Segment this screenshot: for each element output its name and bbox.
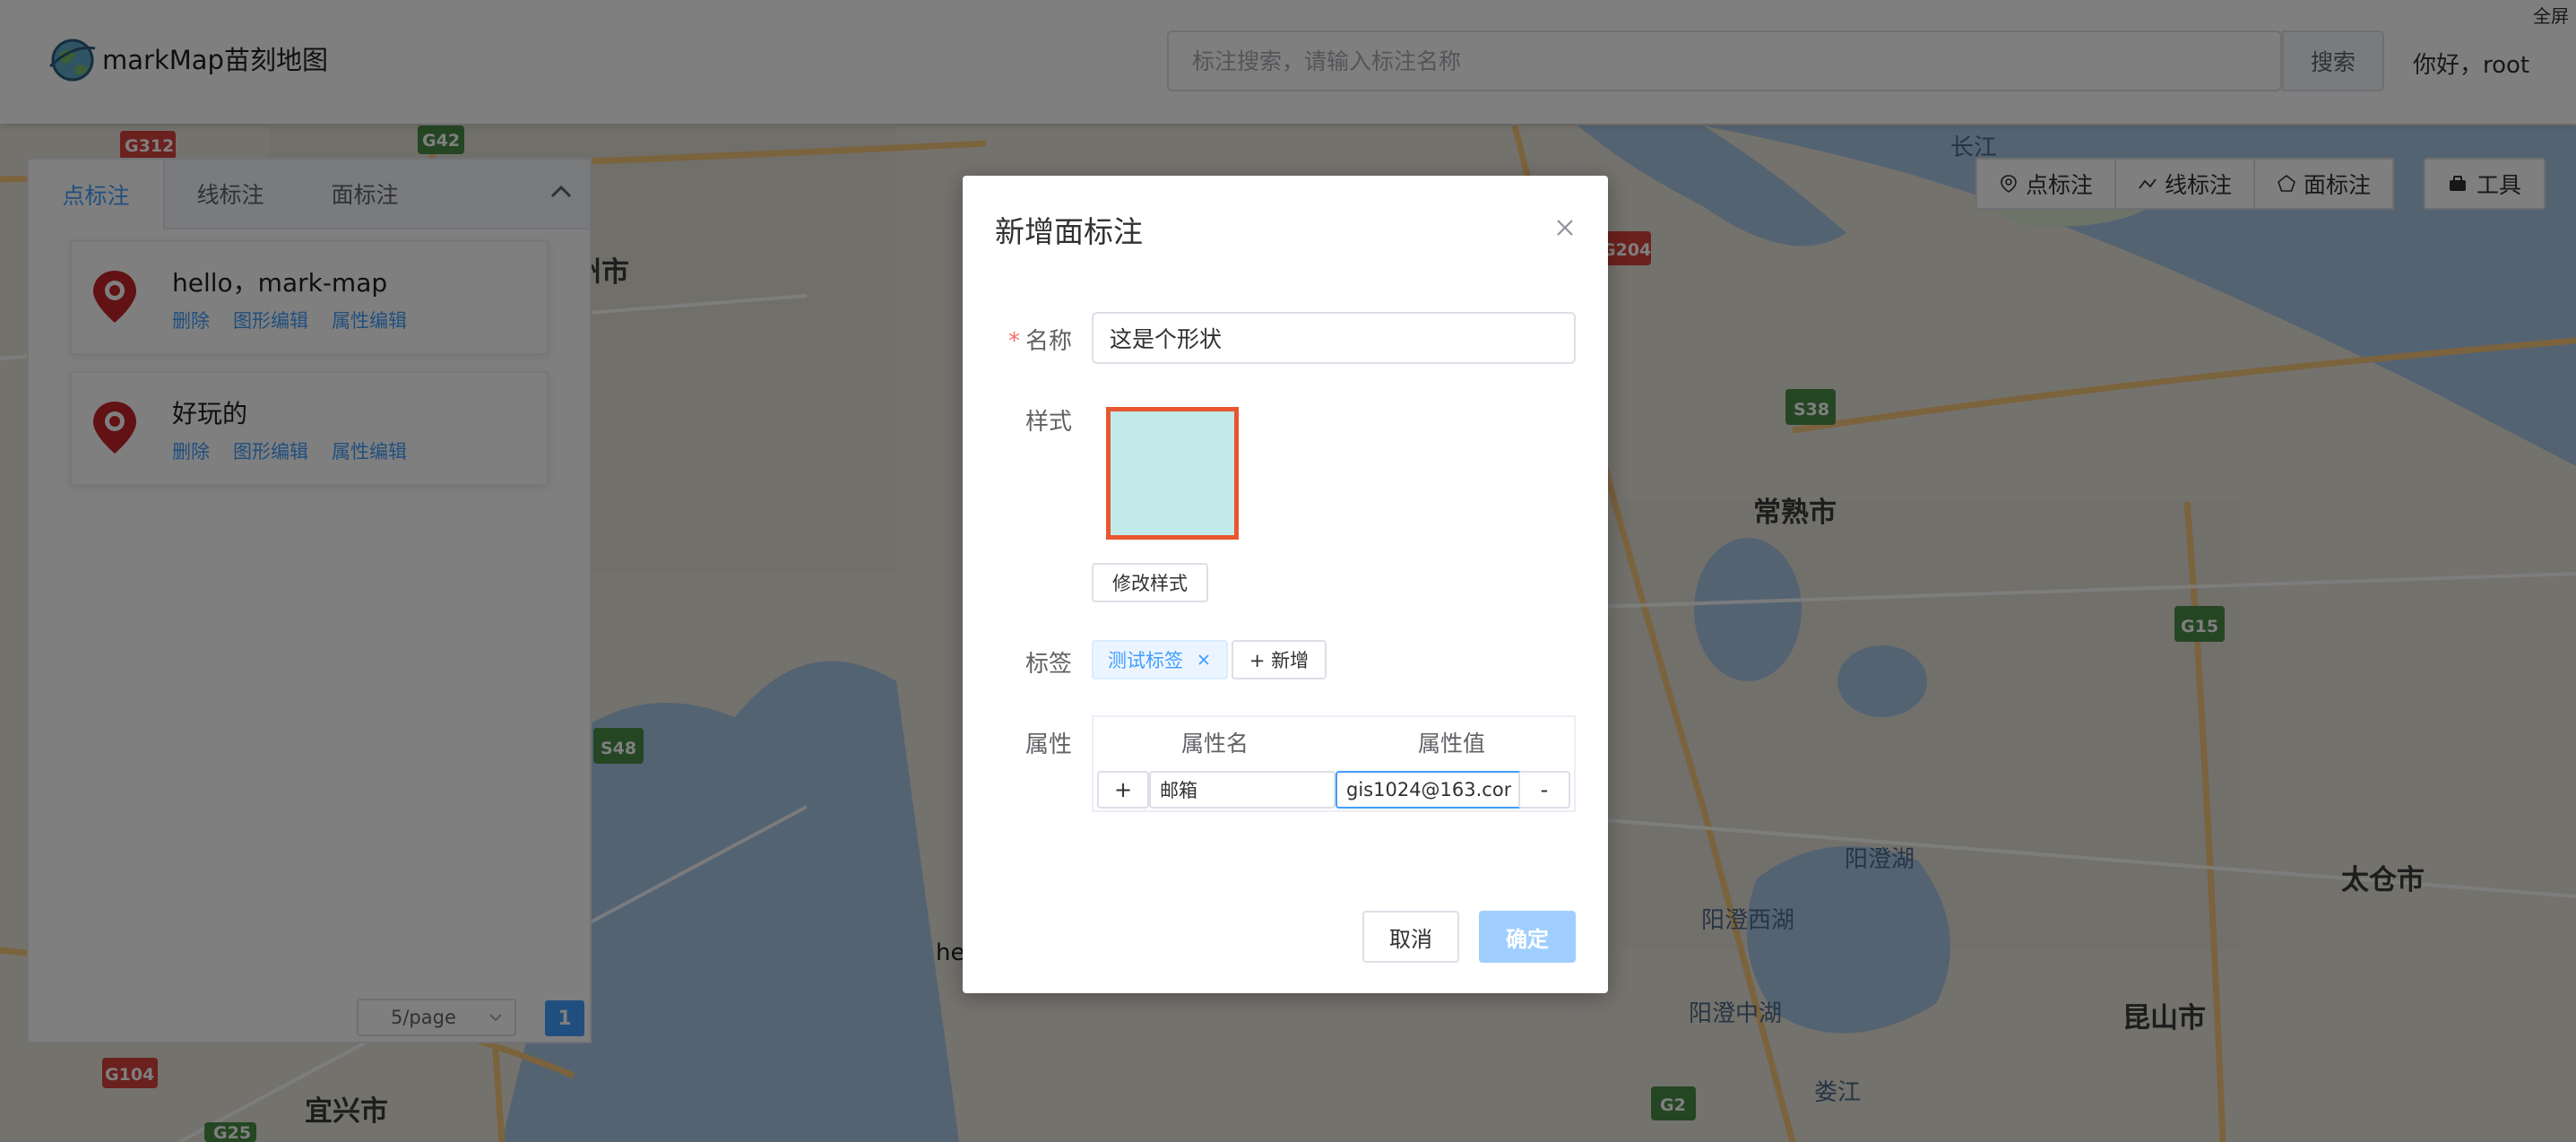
attr-key-header: 属性名	[1181, 731, 1249, 757]
close-icon[interactable]	[1552, 215, 1578, 240]
attr-key-input[interactable]	[1149, 771, 1336, 809]
name-input[interactable]	[1092, 312, 1576, 364]
remove-attr-row-button[interactable]: -	[1518, 771, 1570, 809]
dialog-title: 新增面标注	[995, 214, 1143, 249]
style-label: 样式	[1024, 409, 1072, 436]
tag-chip-label: 测试标签	[1108, 650, 1183, 671]
required-asterisk: *	[1007, 328, 1020, 355]
close-icon[interactable]	[1196, 652, 1212, 668]
attribute-table: 属性名 属性值 + -	[1092, 715, 1576, 812]
tag-chip: 测试标签	[1092, 640, 1228, 679]
cancel-button[interactable]: 取消	[1362, 911, 1459, 963]
attr-value-header: 属性值	[1418, 731, 1486, 757]
add-area-mark-dialog: 新增面标注 *名称 样式 修改样式 标签 测试标签 + 新增 属性 属性名 属性…	[963, 176, 1608, 993]
style-preview-swatch	[1106, 407, 1239, 540]
add-attr-row-button[interactable]: +	[1097, 771, 1149, 809]
name-label-text: 名称	[1024, 328, 1072, 355]
add-tag-button[interactable]: + 新增	[1232, 640, 1327, 679]
attr-value-input[interactable]	[1336, 771, 1522, 809]
confirm-button[interactable]: 确定	[1479, 911, 1576, 963]
attr-label: 属性	[1024, 731, 1072, 758]
edit-style-button[interactable]: 修改样式	[1092, 563, 1208, 602]
tag-label: 标签	[1024, 651, 1072, 678]
name-label: * 名称	[963, 323, 1072, 356]
